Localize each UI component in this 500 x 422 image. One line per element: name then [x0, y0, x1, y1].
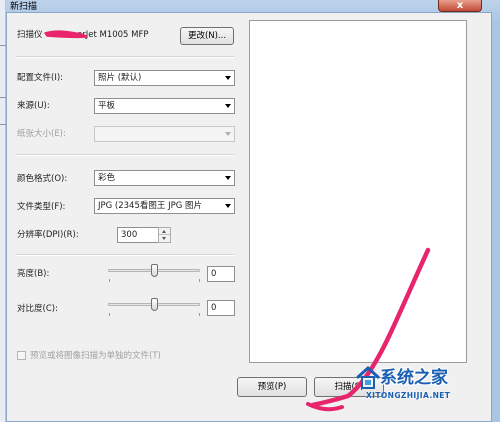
profile-label: 配置文件(I):: [17, 73, 64, 83]
file-type-dropdown[interactable]: JPG (2345看图王 JPG 图片: [94, 198, 235, 214]
chevron-down-icon: [225, 104, 231, 108]
source-dropdown[interactable]: 平板: [94, 98, 235, 114]
resolution-spinner[interactable]: [158, 227, 171, 243]
slider-tick: [109, 313, 110, 316]
watermark-title: 系统之家: [380, 368, 448, 388]
watermark-url: XITONGZHIJIA.NET: [366, 391, 451, 400]
separator: [16, 154, 234, 156]
slider-tick: [199, 279, 200, 282]
color-format-dropdown[interactable]: 彩色: [94, 170, 235, 186]
paper-size-dropdown: [94, 126, 235, 142]
brightness-input[interactable]: 0: [207, 266, 235, 282]
preview-button[interactable]: 预览(P): [237, 377, 307, 397]
preview-pane: [249, 20, 467, 363]
color-format-label: 颜色格式(O):: [17, 174, 68, 184]
spin-down-icon[interactable]: [159, 235, 170, 242]
separator: [16, 254, 234, 256]
resolution-label: 分辨率(DPI)(R):: [17, 230, 79, 240]
change-scanner-button[interactable]: 更改(N)...: [180, 27, 234, 45]
paper-size-label: 纸张大小(E):: [17, 129, 66, 139]
separator: [16, 56, 234, 58]
contrast-slider-thumb[interactable]: [150, 298, 158, 311]
resolution-input[interactable]: 300: [117, 227, 159, 243]
chevron-down-icon: [225, 176, 231, 180]
chevron-down-icon: [225, 204, 231, 208]
color-format-value: 彩色: [98, 173, 116, 183]
slider-tick: [109, 279, 110, 282]
contrast-input[interactable]: 0: [207, 300, 235, 316]
chevron-down-icon: [225, 132, 231, 136]
spin-up-icon[interactable]: [159, 228, 170, 235]
profile-dropdown[interactable]: 照片 (默认): [94, 70, 235, 86]
brightness-label: 亮度(B):: [17, 269, 50, 279]
close-button[interactable]: x: [438, 0, 482, 12]
source-value: 平板: [98, 101, 116, 111]
watermark: 系统之家 XITONGZHIJIA.NET: [356, 361, 500, 422]
contrast-label: 对比度(C):: [17, 304, 58, 314]
chevron-down-icon: [225, 76, 231, 80]
slider-tick: [199, 313, 200, 316]
scanner-label-prefix: 扫描仪: [17, 30, 43, 40]
file-type-label: 文件类型(F):: [17, 202, 66, 212]
profile-value: 照片 (默认): [98, 73, 142, 83]
file-type-value: JPG (2345看图王 JPG 图片: [98, 201, 202, 211]
redaction-scribble: [44, 30, 88, 39]
house-logo-icon: [356, 365, 380, 389]
separate-files-label: 预览或将图像扫描为单独的文件(T): [30, 351, 161, 361]
source-label: 来源(U):: [17, 101, 50, 111]
separate-files-checkbox[interactable]: [17, 351, 26, 360]
brightness-slider-thumb[interactable]: [150, 264, 158, 277]
